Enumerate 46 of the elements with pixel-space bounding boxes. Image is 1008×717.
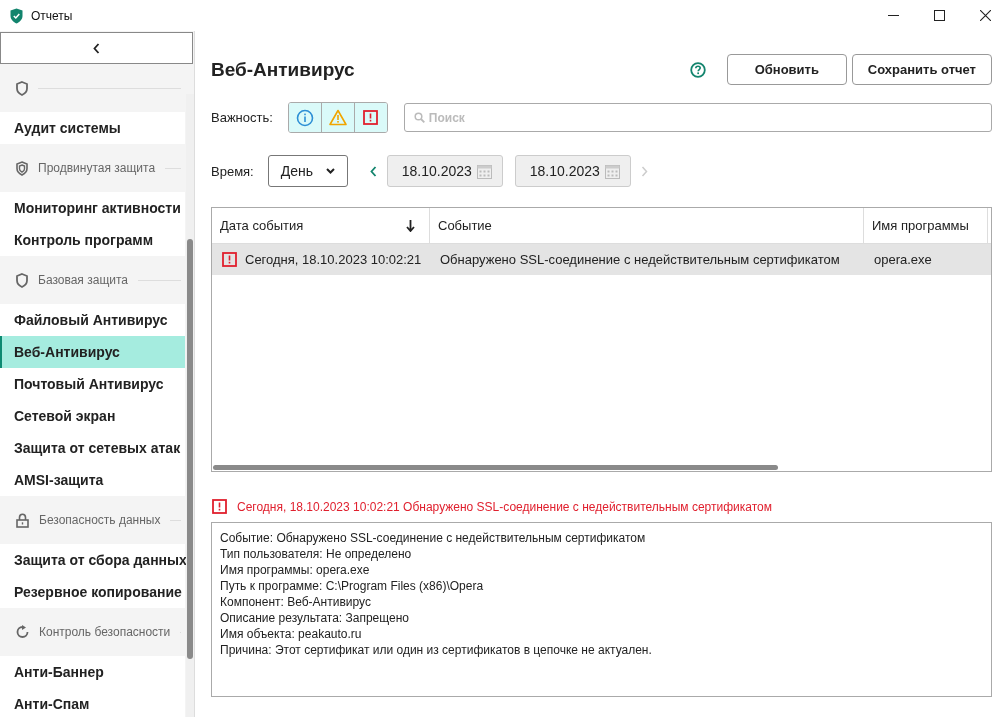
table-cell-text: Обнаружено SSL-соединение с недействительным сертификатом: [439, 251, 841, 269]
column-label: Имя программы: [872, 218, 969, 233]
sidebar-item[interactable]: Почтовый Антивирус: [0, 368, 185, 400]
detail-line: Имя объекта: peakauto.ru: [220, 626, 363, 642]
sidebar-item[interactable]: Файловый Антивирус: [0, 304, 185, 336]
sidebar-item[interactable]: Веб-Антивирус: [0, 336, 185, 368]
table-cell-text: opera.exe: [873, 251, 933, 269]
detail-line: Событие: Обнаружено SSL-соединение с недействительным сертификатом: [220, 530, 647, 546]
page-title: Веб-Антивирус: [211, 58, 356, 81]
severity-label: Важность:: [211, 110, 273, 125]
section-heading: Безопасность данных: [39, 513, 161, 527]
time-label: Время:: [211, 163, 254, 179]
sidebar-item[interactable]: Резервное копирование: [0, 576, 185, 608]
event-heading: Сегодня, 18.10.2023 10:02:21 Обнаружено SSL-соединение с недействительным сертификатом: [237, 499, 772, 514]
detail-line: Имя программы: opera.exe: [220, 562, 371, 578]
column-header[interactable]: Дата события: [212, 208, 430, 243]
search-field[interactable]: Поиск: [403, 103, 992, 132]
sidebar-item[interactable]: Защита от сбора данных: [0, 544, 185, 576]
table-cell: Сегодня, 18.10.2023 10:02:21: [212, 244, 430, 275]
sidebar-item[interactable]: Сетевой экран: [0, 400, 185, 432]
table-row[interactable]: Сегодня, 18.10.2023 10:02:21 Обнаружено SSL-соединение с недействительным сертификатом opera.exe: [212, 244, 991, 275]
detail-line: Тип пользователя: Не определено: [220, 546, 413, 562]
sidebar-item[interactable]: Аудит системы: [0, 112, 185, 144]
date-from-field[interactable]: 18.10.2023: [386, 155, 503, 187]
column-label: Событие: [438, 218, 492, 233]
detail-line: Причина: Этот сертификат или один из сертификатов в цепочке не актуален.: [220, 642, 653, 658]
detail-line: Компонент: Веб-Антивирус: [220, 594, 372, 610]
column-header[interactable]: Имя программы: [864, 208, 988, 243]
sidebar-item[interactable]: Анти-Спам: [0, 688, 185, 717]
sidebar-item[interactable]: Мониторинг активности: [0, 192, 185, 224]
period-dropdown[interactable]: День: [267, 155, 348, 187]
sidebar-item[interactable]: Защита от сетевых атак: [0, 432, 185, 464]
section-heading: Продвинутая защита: [38, 161, 156, 175]
window-title: Отчеты: [31, 8, 73, 23]
detail-line: Описание результата: Запрещено: [220, 610, 410, 626]
detail-line: Путь к программе: C:\Program Files (x86)\Opera: [220, 578, 485, 594]
section-heading: Контроль безопасности: [39, 625, 171, 639]
refresh-button[interactable]: Обновить: [726, 54, 847, 85]
save-report-button[interactable]: Сохранить отчет: [851, 54, 992, 85]
sidebar-item[interactable]: Анти-Баннер: [0, 656, 185, 688]
sidebar-item[interactable]: AMSI-защита: [0, 464, 185, 496]
column-header[interactable]: Событие: [430, 208, 864, 243]
section-heading: Базовая защита: [38, 273, 128, 287]
date-to-field[interactable]: 18.10.2023: [514, 155, 631, 187]
column-label: Дата события: [220, 218, 304, 233]
sidebar-item[interactable]: Контроль программ: [0, 224, 185, 256]
